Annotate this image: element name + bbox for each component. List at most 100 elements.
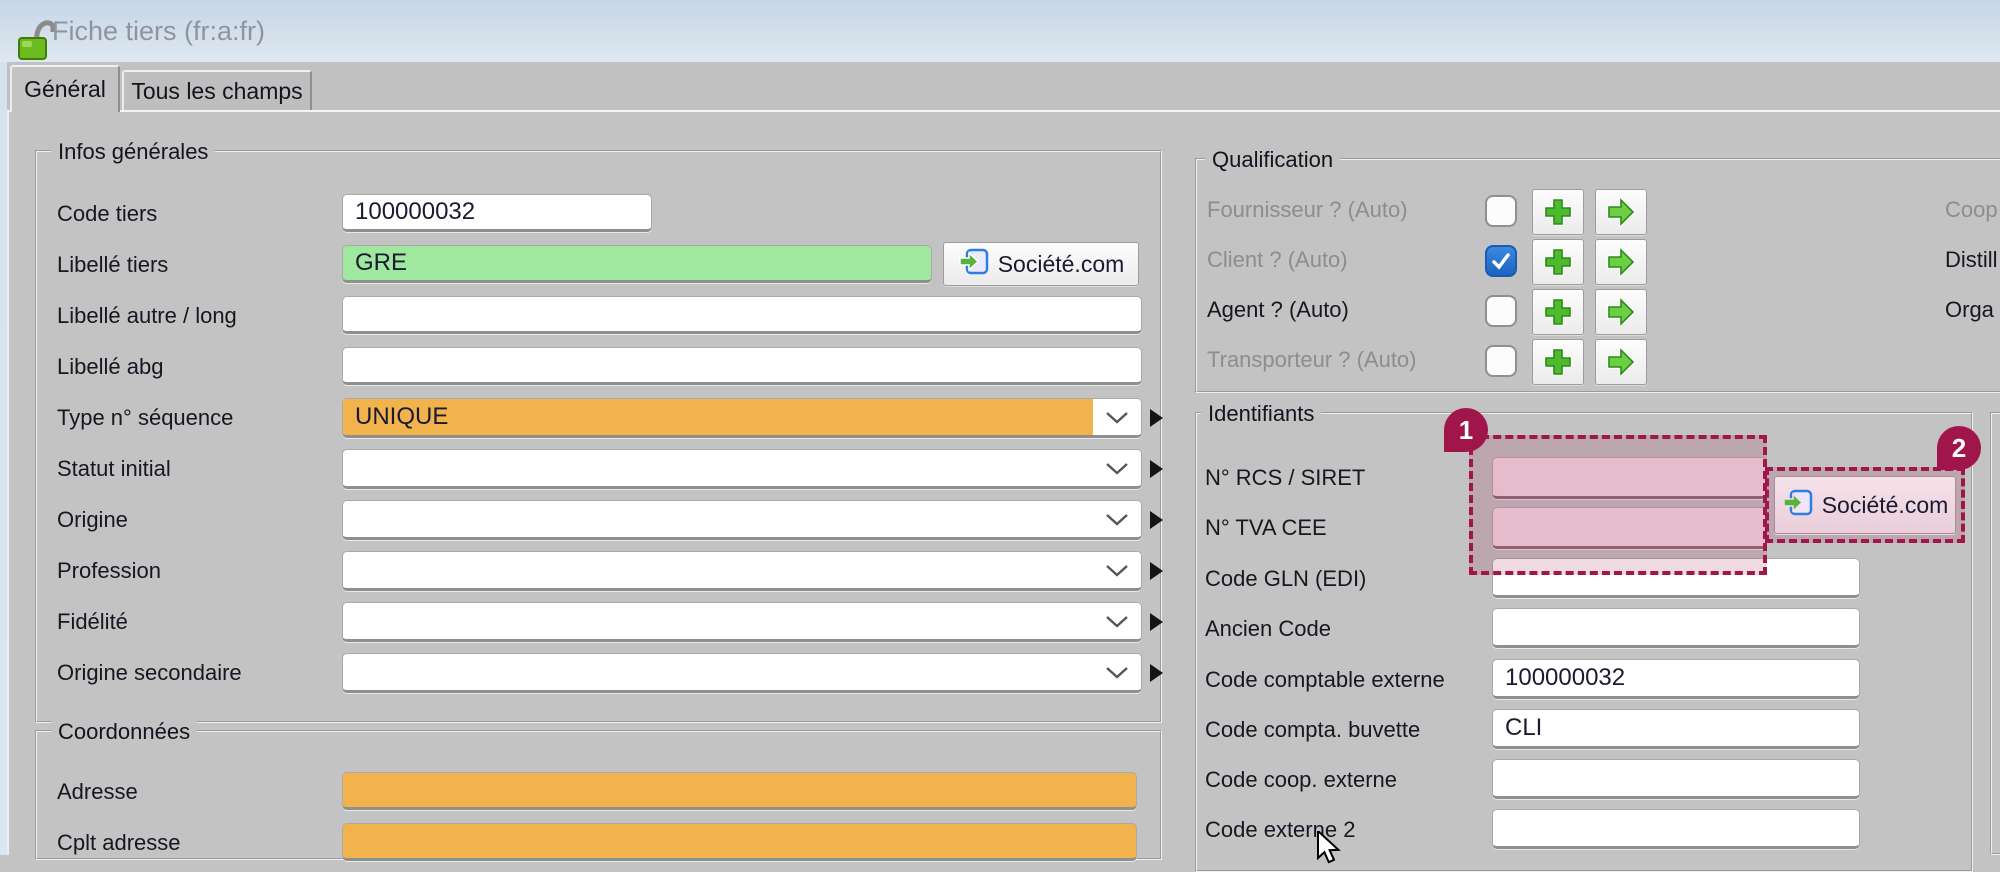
- client-goto-button[interactable]: [1595, 239, 1647, 285]
- combo-side-arrow-icon[interactable]: [1150, 613, 1163, 631]
- annotation-badge-2: 2: [1937, 426, 1981, 470]
- label-client: Client ? (Auto): [1207, 247, 1348, 273]
- label-libelle-tiers: Libellé tiers: [57, 252, 168, 278]
- annotation-region-1: [1469, 435, 1767, 575]
- label-distill-partial: Distill: [1945, 247, 1998, 273]
- green-arrow-icon: [1606, 247, 1636, 277]
- combo-side-arrow-icon[interactable]: [1150, 460, 1163, 478]
- group-title-coordonnees: Coordonnées: [51, 719, 197, 745]
- green-arrow-icon: [1606, 297, 1636, 327]
- cplt-adresse-input[interactable]: [342, 823, 1137, 861]
- label-agent: Agent ? (Auto): [1207, 297, 1349, 323]
- tab-tous-les-champs[interactable]: Tous les champs: [122, 70, 312, 110]
- plus-icon: [1543, 347, 1573, 377]
- label-libelle-abg: Libellé abg: [57, 354, 163, 380]
- type-sequence-combo[interactable]: UNIQUE: [342, 398, 1142, 438]
- plus-icon: [1543, 247, 1573, 277]
- label-type-sequence: Type n° séquence: [57, 405, 233, 431]
- chevron-down-icon[interactable]: [1093, 654, 1141, 690]
- code-compta-buvette-input[interactable]: [1492, 709, 1860, 749]
- group-title-identifiants: Identifiants: [1201, 401, 1321, 427]
- group-title-qualification: Qualification: [1205, 147, 1340, 173]
- green-arrow-icon: [1606, 197, 1636, 227]
- origine-value: [343, 501, 1093, 537]
- label-code-gln: Code GLN (EDI): [1205, 566, 1366, 592]
- label-code-tiers: Code tiers: [57, 201, 157, 227]
- title-bar: [0, 0, 2000, 62]
- label-code-compta-buvette: Code compta. buvette: [1205, 717, 1420, 743]
- group-infos-generales: Infos générales Code tiers Libellé tiers…: [35, 150, 1162, 723]
- profession-value: [343, 552, 1093, 588]
- statut-initial-combo[interactable]: [342, 449, 1142, 489]
- profession-combo[interactable]: [342, 551, 1142, 591]
- label-origine: Origine: [57, 507, 128, 533]
- libelle-tiers-input[interactable]: [342, 245, 932, 283]
- transporteur-checkbox[interactable]: [1485, 345, 1517, 377]
- code-coop-externe-input[interactable]: [1492, 759, 1860, 799]
- societe-com-label: Société.com: [1822, 492, 1949, 519]
- agent-goto-button[interactable]: [1595, 289, 1647, 335]
- group-right-clipped: [1990, 412, 2000, 855]
- origine-combo[interactable]: [342, 500, 1142, 540]
- societe-com-button[interactable]: Société.com: [943, 242, 1139, 286]
- label-origine-secondaire: Origine secondaire: [57, 660, 242, 686]
- societe-com-icon: [958, 246, 990, 283]
- group-qualification: Qualification Fournisseur ? (Auto) Clien…: [1195, 158, 2000, 393]
- ancien-code-input[interactable]: [1492, 608, 1860, 648]
- chevron-down-icon[interactable]: [1093, 399, 1141, 435]
- check-icon: [1489, 249, 1513, 273]
- statut-initial-value: [343, 450, 1093, 486]
- label-statut-initial: Statut initial: [57, 456, 171, 482]
- label-code-coop-externe: Code coop. externe: [1205, 767, 1397, 793]
- fidelite-combo[interactable]: [342, 602, 1142, 642]
- label-transporteur: Transporteur ? (Auto): [1207, 347, 1417, 373]
- combo-side-arrow-icon[interactable]: [1150, 511, 1163, 529]
- combo-side-arrow-icon[interactable]: [1150, 664, 1163, 682]
- code-comptable-externe-input[interactable]: [1492, 659, 1860, 699]
- client-add-button[interactable]: [1532, 239, 1584, 285]
- transporteur-add-button[interactable]: [1532, 339, 1584, 385]
- annotation-badge-1: 1: [1444, 408, 1488, 452]
- label-fournisseur: Fournisseur ? (Auto): [1207, 197, 1408, 223]
- label-fidelite: Fidélité: [57, 609, 128, 635]
- chevron-down-icon[interactable]: [1093, 552, 1141, 588]
- fournisseur-checkbox[interactable]: [1485, 195, 1517, 227]
- adresse-input[interactable]: [342, 772, 1137, 810]
- plus-icon: [1543, 197, 1573, 227]
- window-title: Fiche tiers (fr:a:fr): [52, 16, 265, 47]
- annotation-region-2: Société.com: [1765, 467, 1965, 543]
- combo-side-arrow-icon[interactable]: [1150, 562, 1163, 580]
- plus-icon: [1543, 297, 1573, 327]
- fidelite-value: [343, 603, 1093, 639]
- label-code-comptable-externe: Code comptable externe: [1205, 667, 1445, 693]
- chevron-down-icon[interactable]: [1093, 501, 1141, 537]
- label-rcs-siret: N° RCS / SIRET: [1205, 465, 1365, 491]
- chevron-down-icon[interactable]: [1093, 603, 1141, 639]
- fournisseur-add-button[interactable]: [1532, 189, 1584, 235]
- label-cplt-adresse: Cplt adresse: [57, 830, 181, 856]
- label-adresse: Adresse: [57, 779, 138, 805]
- fournisseur-goto-button[interactable]: [1595, 189, 1647, 235]
- group-title-infos: Infos générales: [51, 139, 215, 165]
- label-orga-partial: Orga: [1945, 297, 1994, 323]
- window-left-border: [0, 62, 7, 855]
- libelle-autre-input[interactable]: [342, 296, 1142, 334]
- label-profession: Profession: [57, 558, 161, 584]
- societe-com-label: Société.com: [998, 251, 1125, 278]
- chevron-down-icon[interactable]: [1093, 450, 1141, 486]
- client-checkbox[interactable]: [1485, 245, 1517, 277]
- combo-side-arrow-icon[interactable]: [1150, 409, 1163, 427]
- code-externe-2-input[interactable]: [1492, 809, 1860, 849]
- transporteur-goto-button[interactable]: [1595, 339, 1647, 385]
- libelle-abg-input[interactable]: [342, 347, 1142, 385]
- label-tva-cee: N° TVA CEE: [1205, 515, 1327, 541]
- origine-secondaire-value: [343, 654, 1093, 690]
- group-coordonnees: Coordonnées Adresse Cplt adresse: [35, 730, 1162, 860]
- agent-checkbox[interactable]: [1485, 295, 1517, 327]
- origine-secondaire-combo[interactable]: [342, 653, 1142, 693]
- societe-com-button-2[interactable]: Société.com: [1774, 476, 1956, 534]
- agent-add-button[interactable]: [1532, 289, 1584, 335]
- tab-general[interactable]: Général: [10, 65, 120, 112]
- mouse-cursor: [1316, 831, 1346, 870]
- code-tiers-input[interactable]: [342, 194, 652, 232]
